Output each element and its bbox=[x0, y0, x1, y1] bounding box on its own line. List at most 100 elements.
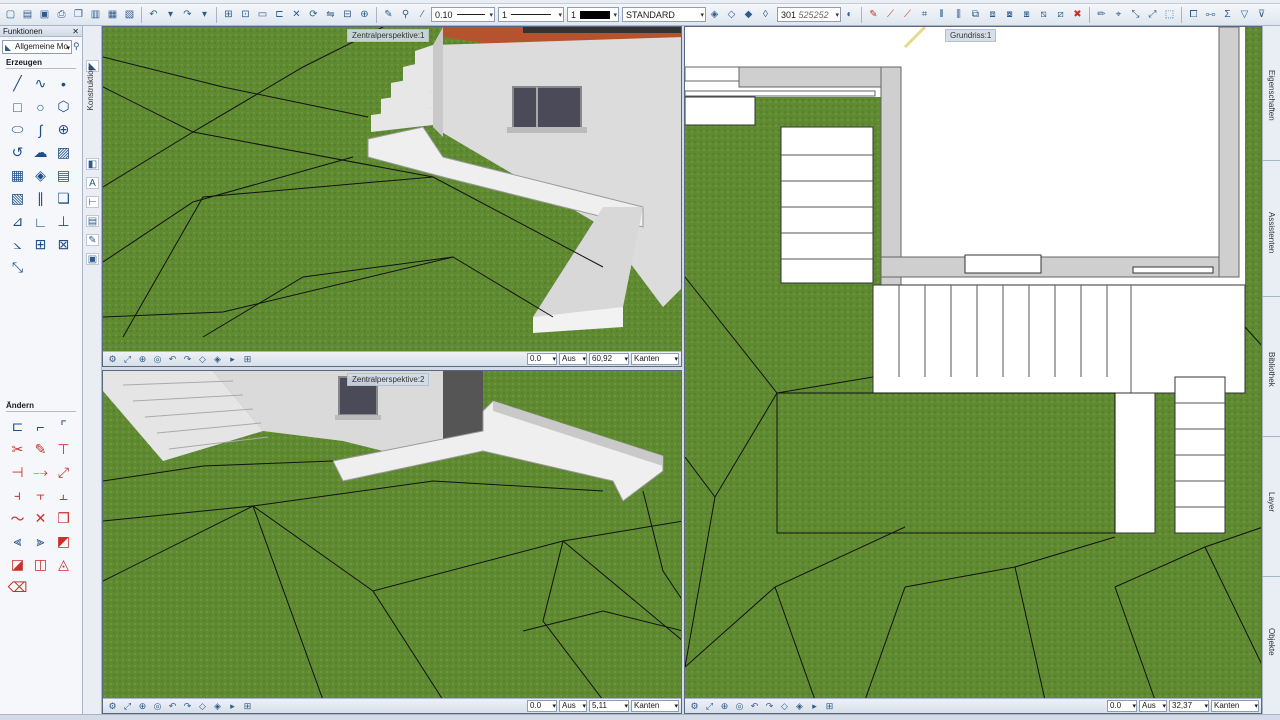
undo-view-icon[interactable]: ↶ bbox=[165, 353, 180, 366]
distribute-tool-icon[interactable]: ⫸ bbox=[29, 530, 52, 553]
view-settings-icon[interactable]: ⚙ bbox=[105, 353, 120, 366]
zoom-in-icon[interactable]: ⊕ bbox=[135, 700, 150, 713]
paste-icon[interactable]: ▥ bbox=[88, 7, 103, 22]
block-icon[interactable]: ⧄ bbox=[1053, 7, 1068, 22]
move-icon[interactable]: ⧇ bbox=[1002, 7, 1017, 22]
zoom-icon[interactable]: ⊕ bbox=[357, 7, 372, 22]
pan-icon[interactable]: ◎ bbox=[150, 353, 165, 366]
pen-color-select[interactable]: 1 ▾ bbox=[567, 7, 619, 22]
scale-icon[interactable]: ⤡ bbox=[6, 256, 29, 279]
tab-objects[interactable]: Objekte bbox=[1267, 628, 1276, 656]
zoom-field[interactable]: 32,37 ▾ bbox=[1169, 700, 1209, 712]
offset-icon[interactable]: ⧆ bbox=[1019, 7, 1034, 22]
rotate-icon[interactable]: ⟳ bbox=[306, 7, 321, 22]
delete-icon[interactable]: ✕ bbox=[289, 7, 304, 22]
polyline-icon[interactable]: ∿ bbox=[29, 72, 52, 95]
undo-view-icon[interactable]: ↶ bbox=[165, 700, 180, 713]
select-all-icon[interactable]: ⬚ bbox=[1162, 7, 1177, 22]
rectangle-icon[interactable]: □ bbox=[6, 95, 29, 118]
edit-icon[interactable]: ✎ bbox=[29, 438, 52, 461]
line-type-select[interactable]: 1 ▾ bbox=[498, 7, 564, 22]
move-tool-icon[interactable]: ◪ bbox=[6, 553, 29, 576]
sum-icon[interactable]: Σ bbox=[1220, 7, 1235, 22]
split-icon[interactable]: ✂ bbox=[6, 438, 29, 461]
layer-stack-icon[interactable]: ◇ bbox=[724, 7, 739, 22]
close-panel-icon[interactable]: ✕ bbox=[72, 26, 79, 37]
layer-style-select[interactable]: STANDARD ▾ bbox=[622, 7, 706, 22]
eye-icon[interactable]: ◈ bbox=[210, 353, 225, 366]
navigate-icon[interactable]: ▸ bbox=[225, 353, 240, 366]
parallel-lines-icon[interactable]: ∥ bbox=[29, 187, 52, 210]
window-split-icon[interactable]: ⧟ bbox=[1203, 7, 1218, 22]
align-icon[interactable]: ⫴ bbox=[934, 7, 949, 22]
open-file-icon[interactable]: ▤ bbox=[20, 7, 35, 22]
new-file-icon[interactable]: ▢ bbox=[3, 7, 18, 22]
array-icon[interactable]: ⧅ bbox=[1036, 7, 1051, 22]
stretch-tool-icon[interactable]: ⤢ bbox=[52, 461, 75, 484]
grid-icon[interactable]: ⊞ bbox=[221, 7, 236, 22]
measure-red-icon[interactable]: ⟋ bbox=[900, 7, 915, 22]
line-icon[interactable]: ╱ bbox=[6, 72, 29, 95]
zoom-in-icon[interactable]: ⊕ bbox=[135, 353, 150, 366]
pattern-icon[interactable]: ▦ bbox=[6, 164, 29, 187]
select-filter-icon[interactable]: ⤡ bbox=[1128, 7, 1143, 22]
mode-select[interactable]: Aus ▾ bbox=[559, 700, 587, 712]
draw-red-icon[interactable]: ✎ bbox=[866, 7, 881, 22]
matrix-icon[interactable]: ⊠ bbox=[52, 233, 75, 256]
angle-field[interactable]: 0.0 ▾ bbox=[1107, 700, 1137, 712]
join-icon[interactable]: ⊣ bbox=[6, 461, 29, 484]
mode-select[interactable]: Aus ▾ bbox=[559, 353, 587, 365]
image-icon[interactable]: ▤ bbox=[52, 164, 75, 187]
layer-up-icon[interactable]: ◈ bbox=[707, 7, 722, 22]
trim-tool-icon[interactable]: ⊏ bbox=[6, 415, 29, 438]
fullscreen-icon[interactable]: ⤢ bbox=[702, 700, 717, 713]
dimension-tab-icon[interactable]: ⊢ bbox=[86, 196, 99, 208]
erase-icon[interactable]: ✖ bbox=[1070, 7, 1085, 22]
stretch-icon[interactable]: ⧈ bbox=[985, 7, 1000, 22]
dimension-red-icon[interactable]: ⟋ bbox=[883, 7, 898, 22]
cut-icon[interactable]: ▦ bbox=[105, 7, 120, 22]
layer-select[interactable]: 301 525252 ▾ bbox=[777, 7, 841, 22]
perpendicular-icon[interactable]: ⊥ bbox=[52, 210, 75, 233]
navigate-icon[interactable]: ▸ bbox=[807, 700, 822, 713]
undo-icon[interactable]: ↶ bbox=[146, 7, 161, 22]
print-icon[interactable]: ⎙ bbox=[54, 7, 69, 22]
copy-modify-icon[interactable]: ❐ bbox=[52, 507, 75, 530]
layer-filter-icon[interactable]: ◆ bbox=[741, 7, 756, 22]
offset-tool-icon[interactable]: ⫟ bbox=[29, 484, 52, 507]
eraser-icon[interactable]: ⌫ bbox=[6, 576, 29, 599]
zoom-field[interactable]: 60,92 ▾ bbox=[589, 353, 629, 365]
rotate-tool-icon[interactable]: ◫ bbox=[29, 553, 52, 576]
copy-icon[interactable]: ❐ bbox=[71, 7, 86, 22]
divide-icon[interactable]: ⊤ bbox=[52, 438, 75, 461]
save-icon[interactable]: ▣ bbox=[37, 7, 52, 22]
camera-icon[interactable]: ◇ bbox=[195, 700, 210, 713]
viewport-perspective-2[interactable]: Zentralperspektive:2 ⚙ ⤢ ⊕ ◎ ↶ ↷ ◇ ◈ ▸ ⊞… bbox=[102, 370, 682, 714]
layer-settings-icon[interactable]: ◊ bbox=[758, 7, 773, 22]
extend-icon[interactable]: ⤍ bbox=[29, 461, 52, 484]
undo-dropdown-icon[interactable]: ▾ bbox=[163, 7, 178, 22]
mirror-icon[interactable]: ⇋ bbox=[323, 7, 338, 22]
grid-tool-icon[interactable]: ⊞ bbox=[29, 233, 52, 256]
eye-icon[interactable]: ◈ bbox=[792, 700, 807, 713]
trim-icon[interactable]: ⊏ bbox=[272, 7, 287, 22]
redo-icon[interactable]: ↷ bbox=[180, 7, 195, 22]
pan-icon[interactable]: ◎ bbox=[732, 700, 747, 713]
pen-thickness-select[interactable]: 0.10 ▾ bbox=[431, 7, 495, 22]
copy-along-icon[interactable]: ⧉ bbox=[968, 7, 983, 22]
grid-view-icon[interactable]: ⊞ bbox=[822, 700, 837, 713]
tab-construction[interactable]: Konstruktion bbox=[86, 66, 95, 110]
angle-icon[interactable]: ∟ bbox=[29, 210, 52, 233]
render-select[interactable]: Kanten ▾ bbox=[631, 353, 679, 365]
render-select[interactable]: Kanten ▾ bbox=[1211, 700, 1259, 712]
layer-tab-icon[interactable]: ◧ bbox=[86, 158, 99, 170]
point-icon[interactable]: ⌖ bbox=[1111, 7, 1126, 22]
zoom-in-icon[interactable]: ⊕ bbox=[717, 700, 732, 713]
bisect-icon[interactable]: ⦣ bbox=[6, 233, 29, 256]
redo-view-icon[interactable]: ↷ bbox=[180, 353, 195, 366]
tab-assistants[interactable]: Assistenten bbox=[1267, 212, 1276, 253]
layer-visibility-icon[interactable]: ◐ bbox=[842, 7, 857, 22]
ellipse-icon[interactable]: ⬭ bbox=[6, 118, 29, 141]
break-icon[interactable]: ⫞ bbox=[6, 484, 29, 507]
pan-icon[interactable]: ◎ bbox=[150, 700, 165, 713]
